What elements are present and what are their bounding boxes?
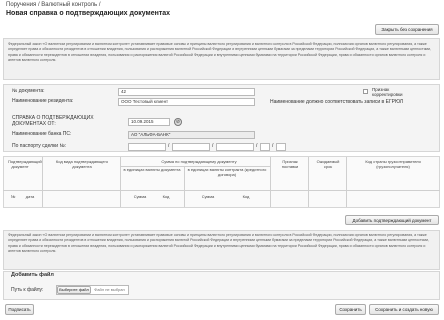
table-divider	[42, 157, 43, 207]
col-header-sum-contract-currency: в единицах валюты контракта (кредитного …	[187, 167, 267, 177]
deal-passport-part1[interactable]	[128, 143, 166, 151]
deal-passport-part4[interactable]	[260, 143, 270, 151]
deal-sep-3: /	[256, 143, 258, 149]
law-info-panel-top: Федеральный закон «О валютном регулирова…	[3, 38, 440, 80]
breadcrumb[interactable]: Поручения / Валютный контроль /	[6, 2, 101, 8]
law-info-panel-bottom: Федеральный закон «О валютном регулирова…	[3, 230, 440, 270]
col-header-sign: Признак поставки	[281, 159, 299, 169]
calendar-icon[interactable]: ⊘	[174, 118, 182, 126]
table-divider	[120, 166, 270, 167]
table-divider	[3, 190, 440, 191]
add-confirming-document-button[interactable]: Добавить подтверждающий документ	[345, 215, 439, 225]
sub-header-sum-1: Сумма	[133, 194, 147, 199]
law-info-text: Федеральный закон «О валютном регулирова…	[8, 233, 429, 253]
col-header-country: Код страны грузоотправителя (грузополуча…	[365, 159, 421, 169]
sub-header-code-1: Код	[162, 194, 170, 199]
bank-input: АО "АЛЬФА-БАНК"	[128, 131, 255, 139]
doc-no-label: № документа:	[12, 88, 45, 94]
file-section-title: Добавить файл	[11, 272, 54, 278]
resident-input[interactable]: ООО Тестовый клиент	[118, 98, 255, 106]
sub-header-code-2: Код	[242, 194, 250, 199]
col-header-sum-group: Сумма по подтверждающему документу	[161, 159, 237, 164]
table-divider	[184, 166, 185, 207]
sub-header-date: дата	[25, 194, 35, 199]
bank-label: Наименование банка ПС:	[12, 131, 72, 137]
reference-date-input[interactable]: 10.09.2015	[128, 118, 170, 126]
sub-header-no: №	[10, 194, 16, 199]
law-info-text: Федеральный закон «О валютном регулирова…	[8, 42, 431, 62]
deal-passport-part3[interactable]	[216, 143, 254, 151]
correction-label: Признак корректировки	[372, 87, 403, 97]
file-input[interactable]: Выберите файл Файл не выбран	[56, 285, 129, 295]
resident-label: Наименование резидента:	[12, 98, 74, 104]
sub-header-sum-2: Сумма	[201, 194, 215, 199]
col-header-sum-doc-currency: в единицах валюты документа	[123, 167, 181, 172]
deal-sep-4: /	[272, 143, 274, 149]
choose-file-button[interactable]: Выберите файл	[57, 286, 91, 294]
correction-checkbox[interactable]	[363, 89, 368, 94]
doc-no-input[interactable]: 42	[118, 88, 255, 96]
deal-sep-2: /	[212, 143, 214, 149]
page-title: Новая справка о подтверждающих документа…	[6, 10, 171, 17]
col-header-doc: Подтверждающий документ	[8, 159, 42, 169]
deal-passport-part5[interactable]	[276, 143, 286, 151]
deal-passport-part2[interactable]	[172, 143, 210, 151]
table-divider	[346, 157, 347, 207]
deal-sep-1: /	[168, 143, 170, 149]
table-divider	[120, 157, 121, 207]
deal-passport-label: По паспорту сделки №:	[12, 143, 67, 149]
sign-button[interactable]: Подписать	[5, 304, 34, 315]
save-button[interactable]: Сохранить	[335, 304, 366, 315]
col-header-type: Код вида подтверждающего документа	[55, 159, 109, 169]
file-path-label: Путь к файлу:	[11, 287, 44, 293]
egrul-note: Наименование должно соответствовать запи…	[270, 99, 404, 105]
table-divider	[270, 157, 271, 207]
col-header-date: Ожидаемый срок	[316, 159, 340, 169]
close-without-saving-button[interactable]: Закрыть без сохранения	[375, 24, 439, 35]
save-and-new-button[interactable]: Сохранить и создать новую	[369, 304, 439, 315]
no-file-label: Файл не выбран	[94, 287, 125, 292]
table-divider	[308, 157, 309, 207]
reference-date-label: СПРАВКА О ПОДТВЕРЖДАЮЩИХ ДОКУМЕНТАХ ОТ:	[12, 115, 94, 127]
